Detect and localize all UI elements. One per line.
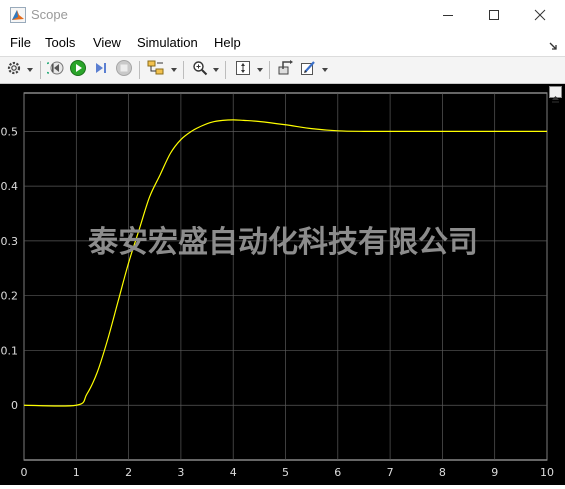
y-tick-label: 0.2 [1,290,19,303]
x-tick-label: 10 [540,466,554,479]
style-icon [300,60,316,80]
minimize-icon [442,6,454,25]
x-tick-label: 9 [491,466,498,479]
maximize-button[interactable] [471,0,517,30]
x-tick-label: 4 [230,466,237,479]
zoom-icon [192,60,208,80]
signal-selector-button[interactable] [146,60,166,80]
run-icon [69,59,87,81]
toolbar-separator [40,61,41,79]
style-dropdown-arrow-icon[interactable] [322,68,328,72]
x-tick-label: 5 [282,466,289,479]
x-tick-label: 7 [387,466,394,479]
matlab-scope-icon [10,7,26,23]
menu-view[interactable]: View [93,35,121,50]
minimize-button[interactable] [425,0,471,30]
watermark-text: 泰安宏盛自动化科技有限公司 [88,225,478,260]
window-title: Scope [31,7,68,22]
maximize-icon [488,6,500,25]
x-tick-label: 2 [125,466,132,479]
settings-button[interactable] [4,60,24,80]
toolbar-separator [225,61,226,79]
stop-icon [115,59,133,81]
x-tick-label: 0 [21,466,28,479]
y-tick-label: 0.3 [1,235,19,248]
y-tick-label: 0.4 [1,180,19,193]
highlight-block-button[interactable] [275,60,295,80]
step-forward-icon [93,60,109,80]
zoom-dropdown-arrow-icon[interactable] [213,68,219,72]
step-back-icon [43,60,65,80]
menu-help[interactable]: Help [214,35,241,50]
step-back-button[interactable] [43,60,66,80]
settings-icon [6,60,22,80]
menu-simulation[interactable]: Simulation [137,35,198,50]
highlight-block-icon [277,60,293,80]
signal-selector-dropdown-arrow-icon[interactable] [171,68,177,72]
scale-axes-button[interactable] [233,60,253,80]
scale-axes-icon [235,60,251,80]
scope-display: 0 1 2 3 4 5 6 7 8 9 10 0 0.1 0.2 0.3 0.4 0.5 泰安宏盛自动化科技有限… [0,84,565,485]
dock-arrow-icon[interactable] [548,36,558,55]
step-forward-button[interactable] [91,60,111,80]
x-tick-label: 3 [177,466,184,479]
menu-bar: File Tools View Simulation Help [0,30,565,57]
undock-icon [551,88,560,107]
undock-button[interactable] [549,86,562,103]
stop-button[interactable] [114,60,134,80]
style-button[interactable] [298,60,318,80]
close-button[interactable] [517,0,563,30]
toolbar-separator [183,61,184,79]
menu-file[interactable]: File [10,35,31,50]
toolbar [0,57,565,84]
settings-dropdown-arrow-icon[interactable] [27,68,33,72]
scope-plot: 0 1 2 3 4 5 6 7 8 9 10 0 0.1 0.2 0.3 0.4 0.5 泰安宏盛自动化科技有限… [1,92,554,479]
signal-selector-icon [147,60,165,80]
x-tick-label: 6 [334,466,341,479]
scale-axes-dropdown-arrow-icon[interactable] [257,68,263,72]
toolbar-separator [269,61,270,79]
run-button[interactable] [68,60,88,80]
y-tick-label: 0.1 [1,344,19,357]
x-tick-label: 8 [439,466,446,479]
toolbar-separator [139,61,140,79]
zoom-button[interactable] [190,60,210,80]
menu-tools[interactable]: Tools [45,35,75,50]
y-tick-label: 0 [11,399,18,412]
close-icon [534,6,546,25]
y-tick-label: 0.5 [1,125,19,138]
title-bar: Scope [0,0,565,30]
x-tick-label: 1 [73,466,80,479]
